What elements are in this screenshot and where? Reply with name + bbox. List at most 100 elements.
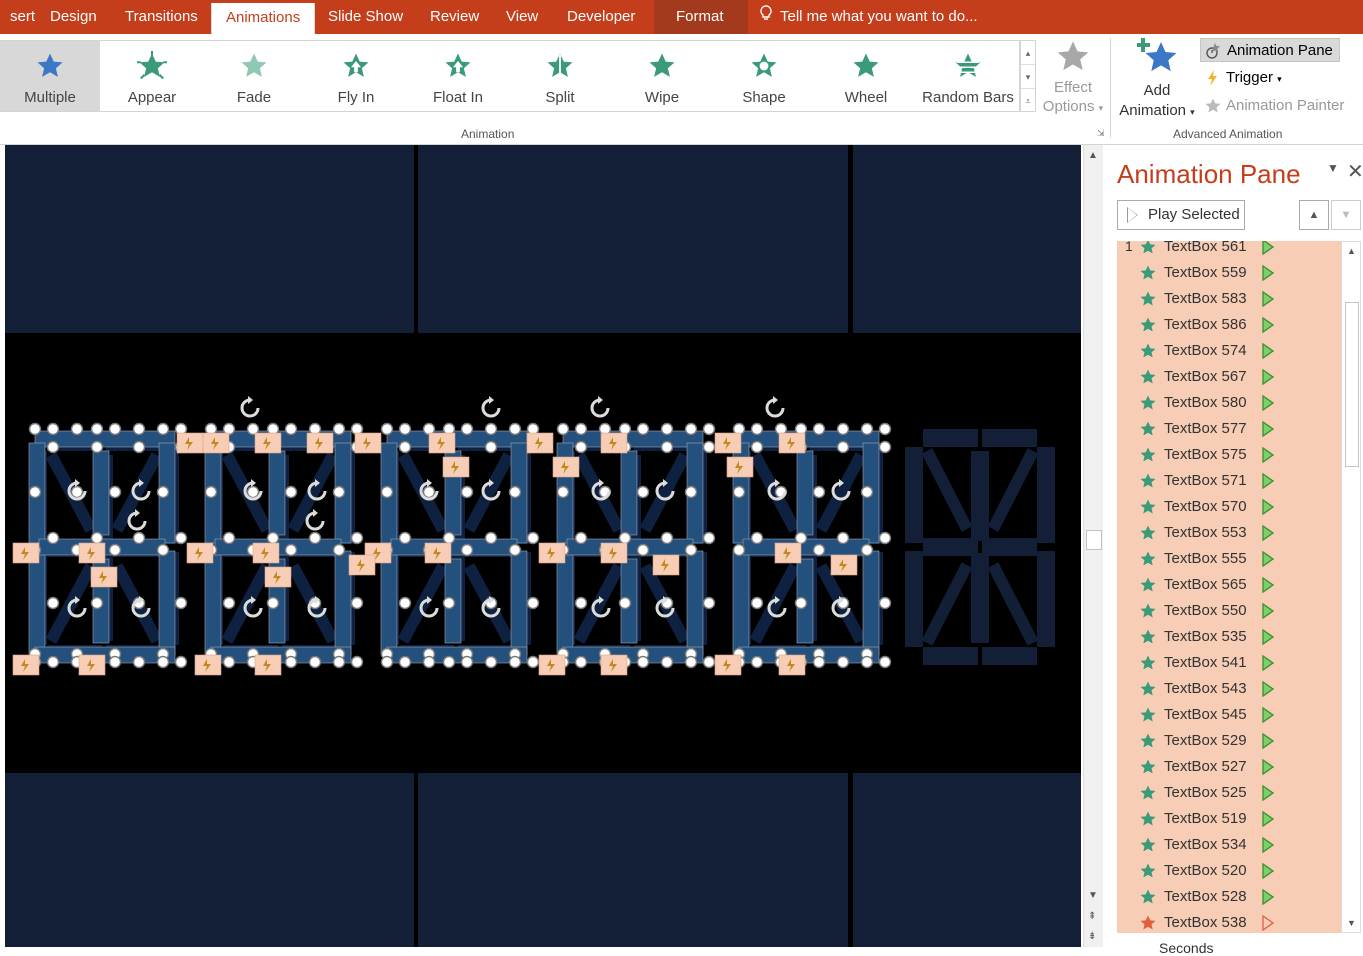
resize-handle[interactable] bbox=[28, 422, 42, 436]
resize-handle[interactable] bbox=[526, 655, 540, 669]
slide-canvas[interactable] bbox=[0, 145, 1083, 947]
resize-handle[interactable] bbox=[132, 655, 146, 669]
segment[interactable] bbox=[921, 448, 973, 532]
selected-textbox[interactable] bbox=[92, 450, 110, 536]
list-scroll-down-icon[interactable]: ▼ bbox=[1347, 918, 1356, 928]
list-scrollbar[interactable]: ▲ ▼ bbox=[1341, 241, 1361, 933]
resize-handle[interactable] bbox=[794, 531, 808, 545]
selected-textbox[interactable] bbox=[204, 550, 222, 656]
gallery-item-float-in[interactable]: Float In bbox=[408, 41, 508, 111]
animation-list-item[interactable]: TextBox 574 bbox=[1117, 338, 1341, 364]
selected-textbox[interactable] bbox=[28, 550, 46, 656]
resize-handle[interactable] bbox=[574, 655, 588, 669]
resize-handle[interactable] bbox=[246, 485, 260, 499]
resize-handle[interactable] bbox=[422, 485, 436, 499]
resize-handle[interactable] bbox=[442, 655, 456, 669]
animation-list-item[interactable]: TextBox 543 bbox=[1117, 676, 1341, 702]
canvas-scroll-thumb[interactable] bbox=[1086, 530, 1102, 550]
resize-handle[interactable] bbox=[750, 596, 764, 610]
dialog-launcher-icon[interactable]: ⇲ bbox=[1097, 128, 1105, 139]
resize-handle[interactable] bbox=[46, 531, 60, 545]
tab-review[interactable]: Review bbox=[416, 0, 493, 34]
resize-handle[interactable] bbox=[812, 485, 826, 499]
gallery-down-icon[interactable]: ▾ bbox=[1021, 65, 1035, 89]
selected-textbox[interactable] bbox=[796, 450, 814, 536]
resize-handle[interactable] bbox=[702, 422, 716, 436]
resize-handle[interactable] bbox=[836, 440, 850, 454]
resize-handle[interactable] bbox=[332, 422, 346, 436]
segment[interactable] bbox=[639, 452, 691, 533]
resize-handle[interactable] bbox=[422, 655, 436, 669]
resize-handle[interactable] bbox=[526, 531, 540, 545]
gallery-item-wheel[interactable]: Wheel bbox=[816, 41, 916, 111]
animation-list-item[interactable]: TextBox 565 bbox=[1117, 572, 1341, 598]
animation-list-item[interactable]: TextBox 519 bbox=[1117, 806, 1341, 832]
segment[interactable] bbox=[923, 647, 978, 665]
segment[interactable] bbox=[923, 538, 978, 556]
resize-handle[interactable] bbox=[878, 440, 892, 454]
gallery-item-multiple[interactable]: Multiple bbox=[0, 41, 100, 111]
animation-list-item[interactable]: TextBox 575 bbox=[1117, 442, 1341, 468]
resize-handle[interactable] bbox=[332, 485, 346, 499]
animation-list[interactable]: 1 TextBox 561 TextBox 559 TextBox 583 TextBo… bbox=[1117, 241, 1341, 933]
resize-handle[interactable] bbox=[70, 485, 84, 499]
animation-list-item[interactable]: TextBox 583 bbox=[1117, 286, 1341, 312]
segment[interactable] bbox=[987, 448, 1039, 532]
resize-handle[interactable] bbox=[556, 422, 570, 436]
resize-handle[interactable] bbox=[836, 422, 850, 436]
resize-handle[interactable] bbox=[860, 655, 874, 669]
resize-handle[interactable] bbox=[284, 422, 298, 436]
gallery-item-fly-in[interactable]: Fly In bbox=[306, 41, 406, 111]
selected-textbox[interactable] bbox=[732, 550, 750, 656]
segment[interactable] bbox=[111, 452, 163, 533]
animation-list-item[interactable]: TextBox 535 bbox=[1117, 624, 1341, 650]
resize-handle[interactable] bbox=[90, 531, 104, 545]
selected-textbox[interactable] bbox=[862, 550, 880, 656]
close-icon[interactable]: ✕ bbox=[1347, 159, 1363, 184]
resize-handle[interactable] bbox=[308, 531, 322, 545]
tab-slide-show[interactable]: Slide Show bbox=[314, 0, 417, 34]
gallery-item-shape[interactable]: Shape bbox=[714, 41, 814, 111]
tab-animations[interactable]: Animations bbox=[211, 3, 316, 34]
list-scroll-up-icon[interactable]: ▲ bbox=[1347, 246, 1356, 256]
animation-list-item[interactable]: TextBox 527 bbox=[1117, 754, 1341, 780]
gallery-item-fade[interactable]: Fade bbox=[204, 41, 304, 111]
move-down-button[interactable]: ▼ bbox=[1331, 200, 1361, 230]
resize-handle[interactable] bbox=[108, 543, 122, 557]
resize-handle[interactable] bbox=[660, 422, 674, 436]
resize-handle[interactable] bbox=[860, 485, 874, 499]
resize-handle[interactable] bbox=[460, 655, 474, 669]
resize-handle[interactable] bbox=[132, 440, 146, 454]
gallery-more-icon[interactable]: ⩡ bbox=[1021, 89, 1035, 113]
tab-transitions[interactable]: Transitions bbox=[111, 0, 212, 34]
resize-handle[interactable] bbox=[812, 543, 826, 557]
selected-textbox[interactable] bbox=[556, 550, 574, 656]
resize-handle[interactable] bbox=[222, 655, 236, 669]
resize-handle[interactable] bbox=[684, 422, 698, 436]
resize-handle[interactable] bbox=[636, 655, 650, 669]
resize-handle[interactable] bbox=[204, 485, 218, 499]
rotate-handle-icon[interactable] bbox=[305, 511, 325, 531]
resize-handle[interactable] bbox=[332, 655, 346, 669]
animation-list-item[interactable]: TextBox 520 bbox=[1117, 858, 1341, 884]
resize-handle[interactable] bbox=[174, 596, 188, 610]
resize-handle[interactable] bbox=[684, 655, 698, 669]
selected-textbox[interactable] bbox=[268, 450, 286, 536]
segment[interactable] bbox=[987, 562, 1039, 646]
resize-handle[interactable] bbox=[702, 440, 716, 454]
resize-handle[interactable] bbox=[684, 485, 698, 499]
resize-handle[interactable] bbox=[636, 485, 650, 499]
add-animation-button[interactable]: Add Animation ▾ bbox=[1116, 36, 1198, 124]
resize-handle[interactable] bbox=[398, 531, 412, 545]
segment[interactable] bbox=[971, 553, 989, 643]
resize-handle[interactable] bbox=[350, 596, 364, 610]
resize-handle[interactable] bbox=[108, 655, 122, 669]
resize-handle[interactable] bbox=[508, 422, 522, 436]
tab-format[interactable]: Format bbox=[654, 0, 748, 34]
resize-handle[interactable] bbox=[878, 655, 892, 669]
resize-handle[interactable] bbox=[350, 531, 364, 545]
animation-list-item[interactable]: TextBox 570 bbox=[1117, 494, 1341, 520]
tab-design[interactable]: Design bbox=[36, 0, 111, 34]
selected-textbox[interactable] bbox=[334, 550, 352, 656]
resize-handle[interactable] bbox=[90, 596, 104, 610]
